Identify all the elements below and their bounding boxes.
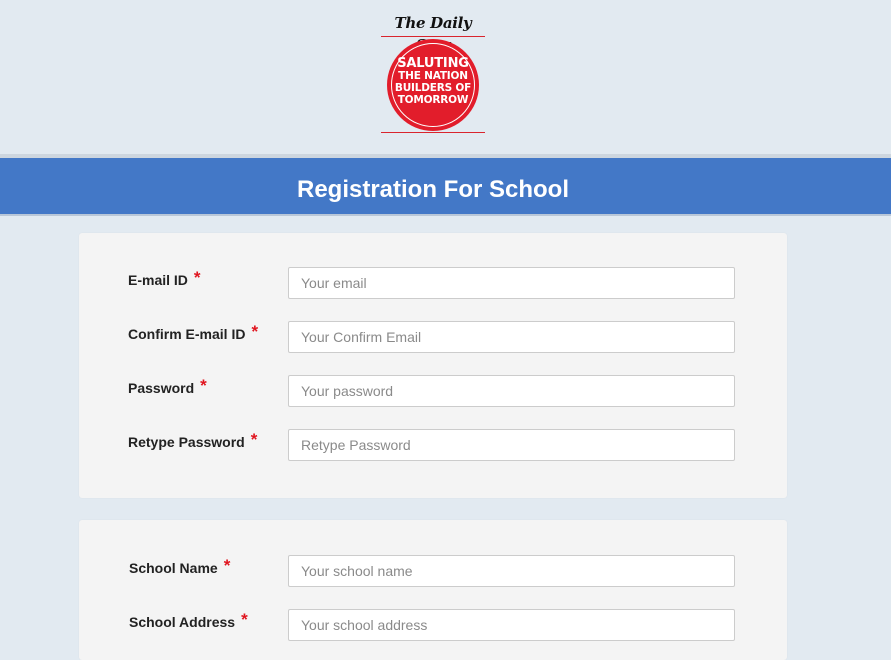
logo-rule-bottom <box>381 132 485 133</box>
school-details-card: School Name* School Address* <box>79 520 787 660</box>
school-address-field[interactable] <box>288 609 735 641</box>
logo-rule-top <box>381 36 485 37</box>
required-marker: * <box>193 268 201 287</box>
badge-text: SALUTING THE NATION BUILDERS OF TOMORROW <box>388 57 478 106</box>
school-name-label: School Name * <box>129 556 231 576</box>
password-label: Password * <box>128 376 207 396</box>
retype-password-label: Retype Password * <box>128 430 258 450</box>
account-details-card: E-mail ID* Confirm E-mail ID* Password* … <box>79 233 787 498</box>
badge-line-3: BUILDERS OF <box>394 82 472 94</box>
retype-password-row: Retype Password * <box>79 429 787 463</box>
badge-line-2: THE NATION <box>398 70 468 82</box>
badge-line-4: TOMORROW <box>397 94 469 106</box>
school-name-row: School Name * <box>79 555 787 589</box>
required-marker: * <box>241 610 248 629</box>
confirm-email-label: Confirm E-mail ID * <box>128 322 259 342</box>
saluting-badge: SALUTING THE NATION BUILDERS OF TOMORROW <box>388 40 478 130</box>
email-label: E-mail ID * <box>128 268 201 288</box>
required-marker: * <box>250 430 258 449</box>
required-marker: * <box>251 322 259 341</box>
page-header: The Daily Star SALUTING THE NATION BUILD… <box>0 0 891 155</box>
email-row: E-mail ID * <box>79 267 787 301</box>
required-marker: * <box>223 556 231 575</box>
school-address-row: School Address * <box>79 609 787 643</box>
password-field[interactable] <box>288 375 735 407</box>
retype-password-field[interactable] <box>288 429 735 461</box>
confirm-email-row: Confirm E-mail ID * <box>79 321 787 355</box>
confirm-email-field[interactable] <box>288 321 735 353</box>
daily-star-logo[interactable]: The Daily Star SALUTING THE NATION BUILD… <box>381 12 485 133</box>
badge-line-1: SALUTING <box>397 56 469 71</box>
required-marker: * <box>200 376 207 395</box>
title-bar: Registration For School <box>0 158 891 216</box>
password-row: Password * <box>79 375 787 409</box>
page-title: Registration For School <box>296 176 569 203</box>
school-name-field[interactable] <box>288 555 735 587</box>
school-address-label: School Address * <box>129 610 248 630</box>
email-field[interactable] <box>288 267 735 299</box>
